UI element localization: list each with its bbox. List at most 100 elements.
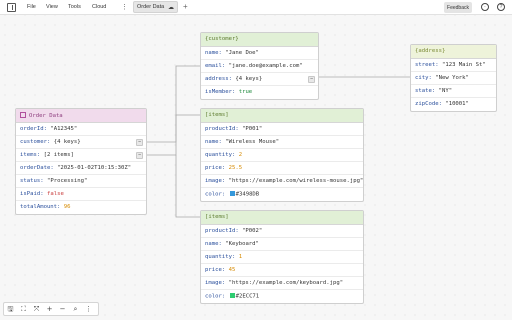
row-value: "10001" [445,101,469,107]
row-email[interactable]: email: "jane.doe@example.com" [201,60,318,73]
row-value: false [46,191,64,197]
node-item-0[interactable]: [items] productId: "P001" name: "Wireles… [200,108,364,202]
row-name[interactable]: name: "Keyboard" [201,238,363,251]
collapse-icon[interactable]: − [308,76,315,83]
collapse-icon[interactable]: − [136,139,143,146]
zoom-out-icon[interactable]: − [58,305,67,313]
row-value: "Keyboard" [225,241,259,247]
row-value: 1 [238,254,243,260]
node-header: [items] [201,211,363,225]
row-value: "Jane Doe" [225,50,259,56]
node-title: Order Data [29,113,63,119]
row-key: items [20,152,37,158]
row-value: #3498DB [235,191,260,198]
row-value: {4 keys} [235,76,263,82]
row-price[interactable]: price: 25.5 [201,162,363,175]
edge-items-1 [175,155,200,218]
row-key: zipCode [415,101,439,107]
node-header: {address} [411,45,496,59]
row-key: address [205,76,229,82]
row-key: price [205,165,222,171]
zoom-in-icon[interactable]: + [45,305,54,313]
node-header: Order Data [16,109,146,123]
row-key: name [205,139,219,145]
row-value: "https://example.com/wireless-mouse.jpg" [228,178,364,184]
node-order-data[interactable]: Order Data orderId: "A12345" customer: {… [15,108,147,215]
row-isMember[interactable]: isMember: true [201,86,318,99]
row-value: 2 [238,152,243,158]
node-title: [items] [205,214,229,220]
node-item-1[interactable]: [items] productId: "P002" name: "Keyboar… [200,210,364,304]
fit-icon[interactable]: ⛶ [19,305,28,314]
row-key: email [205,63,222,69]
row-value: "Processing" [46,178,88,184]
row-orderId[interactable]: orderId: "A12345" [16,123,146,136]
row-key: street [415,62,436,68]
row-key: state [415,88,432,94]
row-key: quantity [205,152,232,158]
row-value: {4 keys} [53,139,81,145]
row-value: "A12345" [50,126,78,132]
row-value: 25.5 [228,165,243,171]
row-name[interactable]: name: "Wireless Mouse" [201,136,363,149]
row-value: "123 Main St" [441,62,486,68]
node-address[interactable]: {address} street: "123 Main St" city: "N… [410,44,497,112]
node-customer[interactable]: {customer} name: "Jane Doe" email: "jane… [200,32,319,100]
row-totalAmount[interactable]: totalAmount: 96 [16,201,146,214]
table-icon [20,112,26,118]
row-city[interactable]: city: "New York" [411,72,496,85]
row-value: true [238,89,253,95]
node-header: {customer} [201,33,318,47]
row-key: status [20,178,41,184]
row-customer[interactable]: customer: {4 keys} − [16,136,146,149]
node-title: {customer} [205,36,239,42]
collapse-icon[interactable]: − [136,152,143,159]
row-color[interactable]: color: #3498DB [201,188,363,201]
row-key: isMember [205,89,232,95]
row-productId[interactable]: productId: "P001" [201,123,363,136]
row-quantity[interactable]: quantity: 1 [201,251,363,264]
row-key: productId [205,126,236,132]
row-items[interactable]: items: [2 items] − [16,149,146,162]
row-productId[interactable]: productId: "P002" [201,225,363,238]
row-zipCode[interactable]: zipCode: "10001" [411,98,496,111]
row-value: "P002" [242,228,263,234]
row-key: color [205,293,222,300]
row-value: "P001" [242,126,263,132]
node-title: {address} [415,48,446,54]
color-swatch [229,293,235,298]
row-isPaid[interactable]: isPaid: false [16,188,146,201]
row-key: productId [205,228,236,234]
row-value: "jane.doe@example.com" [228,63,303,69]
row-state[interactable]: state: "NY" [411,85,496,98]
row-value: 96 [63,204,71,210]
node-title: [items] [205,112,229,118]
search-icon[interactable]: ⌕ [71,305,80,314]
row-key: orderDate [20,165,51,171]
row-color[interactable]: color: #2ECC71 [201,290,363,303]
row-value: "https://example.com/keyboard.jpg" [228,280,344,286]
row-key: isPaid [20,191,41,197]
row-key: city [415,75,429,81]
row-value: "2025-01-02T10:15:30Z" [57,165,132,171]
row-street[interactable]: street: "123 Main St" [411,59,496,72]
row-orderDate[interactable]: orderDate: "2025-01-02T10:15:30Z" [16,162,146,175]
row-image[interactable]: image: "https://example.com/keyboard.jpg… [201,277,363,290]
row-value: 45 [228,267,236,273]
color-swatch [229,191,235,196]
row-address[interactable]: address: {4 keys} − [201,73,318,86]
row-price[interactable]: price: 45 [201,264,363,277]
save-icon[interactable]: 🖫 [6,305,15,316]
more-icon[interactable]: ⋮ [84,305,93,313]
row-image[interactable]: image: "https://example.com/wireless-mou… [201,175,363,188]
node-header: [items] [201,109,363,123]
row-status[interactable]: status: "Processing" [16,175,146,188]
row-quantity[interactable]: quantity: 2 [201,149,363,162]
row-key: customer [20,139,47,145]
row-value: "Wireless Mouse" [225,139,280,145]
row-key: quantity [205,254,232,260]
expand-icon[interactable]: ⤧ [32,305,41,314]
edge-customer [147,65,200,143]
row-value: [2 items] [43,152,74,158]
row-name[interactable]: name: "Jane Doe" [201,47,318,60]
